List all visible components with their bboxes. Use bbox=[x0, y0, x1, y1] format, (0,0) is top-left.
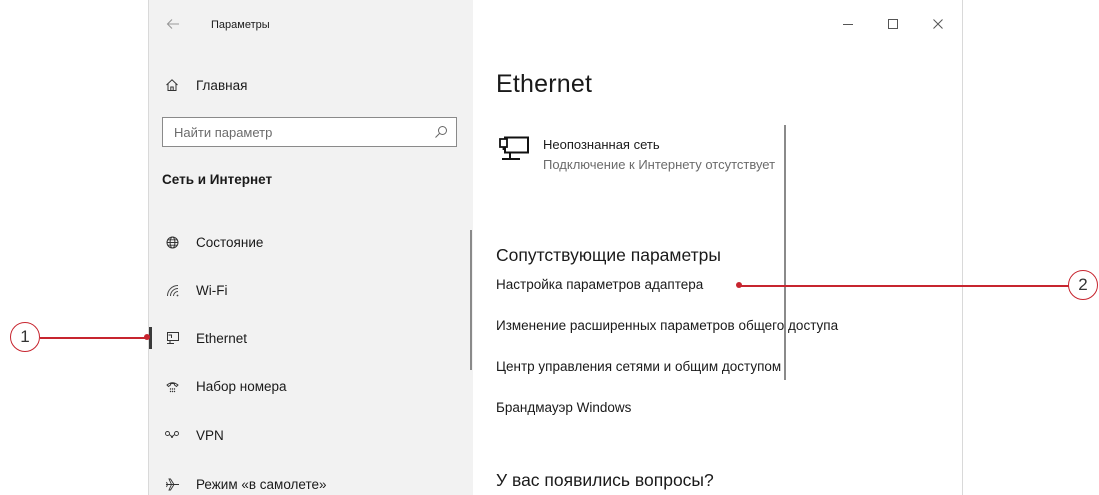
sidebar-item-airplane[interactable]: Режим «в самолете» bbox=[148, 467, 473, 495]
ethernet-icon bbox=[164, 330, 180, 346]
main-content: Ethernet Неопознанная сеть Подключение к… bbox=[473, 0, 963, 495]
sidebar-item-label: VPN bbox=[196, 427, 224, 443]
network-name: Неопознанная сеть bbox=[543, 137, 660, 152]
sidebar-item-status[interactable]: Состояние bbox=[148, 225, 473, 259]
sidebar-item-label: Wi-Fi bbox=[196, 282, 228, 298]
advanced-sharing-link[interactable]: Изменение расширенных параметров общего … bbox=[496, 318, 838, 333]
network-monitor-icon bbox=[499, 136, 529, 160]
callout-number: 1 bbox=[20, 327, 30, 346]
callout-marker-1: 1 bbox=[10, 322, 40, 352]
globe-icon bbox=[164, 234, 180, 250]
sidebar-item-label: Ethernet bbox=[196, 330, 248, 346]
callout-line-1 bbox=[40, 337, 146, 339]
search-icon[interactable] bbox=[434, 125, 448, 139]
home-icon bbox=[164, 77, 180, 93]
window-border bbox=[962, 0, 963, 495]
adapter-settings-link[interactable]: Настройка параметров адаптера bbox=[496, 277, 703, 292]
sidebar-item-wifi[interactable]: Wi-Fi bbox=[148, 273, 473, 307]
search-field[interactable] bbox=[162, 117, 457, 147]
back-arrow-icon[interactable] bbox=[166, 17, 180, 31]
sidebar-item-label: Главная bbox=[196, 77, 248, 93]
related-settings-heading: Сопутствующие параметры bbox=[496, 245, 721, 265]
callout-dot-1 bbox=[144, 334, 150, 340]
window-title: Параметры bbox=[211, 19, 270, 31]
sidebar-item-dialup[interactable]: Набор номера bbox=[148, 369, 473, 403]
sidebar-item-label: Режим «в самолете» bbox=[196, 476, 327, 492]
faq-heading: У вас появились вопросы? bbox=[496, 470, 714, 490]
sidebar-item-label: Набор номера bbox=[196, 378, 287, 394]
network-center-link[interactable]: Центр управления сетями и общим доступом bbox=[496, 359, 781, 374]
close-button[interactable] bbox=[930, 16, 946, 32]
window-border bbox=[148, 0, 149, 495]
page-title: Ethernet bbox=[496, 70, 593, 98]
search-input[interactable] bbox=[163, 118, 421, 146]
sidebar-item-label: Состояние bbox=[196, 234, 264, 250]
minimize-button[interactable] bbox=[840, 16, 856, 32]
wifi-icon bbox=[164, 282, 180, 298]
sidebar-item-home[interactable]: Главная bbox=[148, 68, 473, 102]
maximize-icon bbox=[888, 19, 898, 29]
section-heading: Сеть и Интернет bbox=[162, 172, 273, 187]
close-icon bbox=[933, 19, 943, 29]
callout-line-2 bbox=[740, 285, 1069, 287]
sidebar: Параметры Главная Сеть и Интернет Состоя… bbox=[148, 0, 473, 495]
vpn-icon bbox=[164, 427, 180, 443]
callout-number: 2 bbox=[1078, 275, 1088, 294]
callout-marker-2: 2 bbox=[1068, 270, 1098, 300]
settings-window: Параметры Главная Сеть и Интернет Состоя… bbox=[148, 0, 963, 495]
sidebar-item-vpn[interactable]: VPN bbox=[148, 418, 473, 452]
minimize-icon bbox=[843, 24, 853, 25]
maximize-button[interactable] bbox=[885, 16, 901, 32]
dialup-icon bbox=[164, 378, 180, 394]
sidebar-scrollbar[interactable] bbox=[470, 230, 472, 370]
firewall-link[interactable]: Брандмауэр Windows bbox=[496, 400, 631, 415]
main-scrollbar[interactable] bbox=[784, 125, 786, 380]
airplane-icon bbox=[164, 476, 180, 492]
sidebar-item-ethernet[interactable]: Ethernet bbox=[148, 321, 473, 355]
network-status: Подключение к Интернету отсутствует bbox=[543, 157, 776, 172]
